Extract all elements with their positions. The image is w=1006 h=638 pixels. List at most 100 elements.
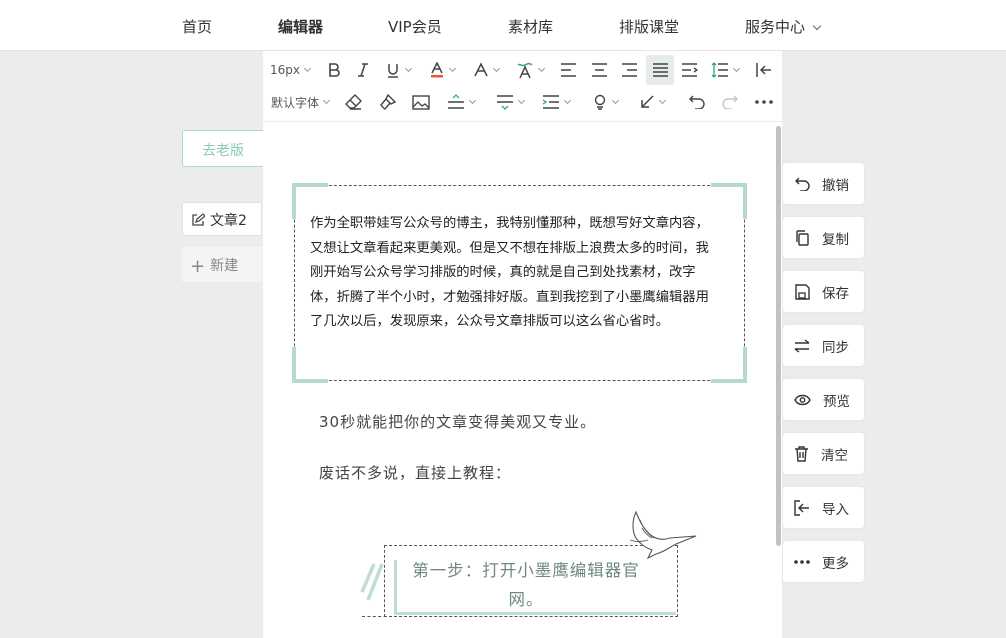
exit-fullwidth-button[interactable] xyxy=(755,55,772,85)
italic-icon xyxy=(358,63,368,77)
preview-action-label: 预览 xyxy=(823,393,850,410)
nav-editor[interactable]: 编辑器 xyxy=(278,16,323,37)
text-effect-icon xyxy=(517,62,533,78)
more-tools-button[interactable] xyxy=(755,87,773,117)
clear-action-label: 清空 xyxy=(821,447,848,464)
underline-icon xyxy=(388,64,398,78)
bold-button[interactable] xyxy=(326,55,342,85)
step-title[interactable]: 第一步：打开小墨鹰编辑器官网。 xyxy=(398,556,654,614)
font-family-select[interactable]: 默认字体 xyxy=(271,87,331,117)
body-paragraph-1[interactable]: 30秒就能把你的文章变得美观又专业。 xyxy=(319,411,596,432)
trash-icon xyxy=(795,445,808,462)
chevron-down-icon xyxy=(732,64,741,72)
indent-button[interactable] xyxy=(681,55,698,85)
align-right-icon xyxy=(622,63,637,77)
clear-format-button[interactable] xyxy=(345,87,362,117)
new-doc-label: 新建 xyxy=(210,258,239,274)
undo-icon xyxy=(689,95,705,109)
arrow-button[interactable] xyxy=(639,87,667,117)
scrollbar-thumb[interactable] xyxy=(776,126,781,546)
indent-icon xyxy=(682,63,698,77)
image-icon xyxy=(412,94,430,110)
more-action-button[interactable]: 更多 xyxy=(783,541,864,582)
editor-scrollbar[interactable] xyxy=(775,122,782,638)
align-justify-button[interactable] xyxy=(646,55,674,85)
font-family-value: 默认字体 xyxy=(271,95,320,110)
highlight-button[interactable] xyxy=(592,87,620,117)
insert-image-button[interactable] xyxy=(412,87,430,117)
nav-service-center[interactable]: 服务中心 xyxy=(745,16,822,37)
align-justify-icon xyxy=(652,63,668,77)
chevron-down-icon xyxy=(658,96,667,104)
clear-action-button[interactable]: 清空 xyxy=(783,433,864,474)
save-action-button[interactable]: 保存 xyxy=(783,271,864,312)
indent-spacing-button[interactable] xyxy=(542,87,572,117)
doc-tab-label: 文章2 xyxy=(210,213,247,229)
preview-action-button[interactable]: 预览 xyxy=(783,379,864,420)
align-center-button[interactable] xyxy=(591,55,608,85)
sync-action-button[interactable]: 同步 xyxy=(783,325,864,366)
font-color-icon xyxy=(431,62,443,78)
arrow-down-left-icon xyxy=(641,95,654,108)
text-style-icon xyxy=(474,62,488,77)
format-brush-icon xyxy=(380,94,396,110)
more-icon xyxy=(794,559,810,564)
redo-button[interactable] xyxy=(722,87,739,117)
align-center-icon xyxy=(592,63,607,77)
chevron-down-icon xyxy=(404,64,413,72)
step-block-line xyxy=(362,616,392,617)
nav-materials[interactable]: 素材库 xyxy=(508,16,553,37)
copy-action-button[interactable]: 复制 xyxy=(783,217,864,258)
save-icon xyxy=(795,283,810,300)
chevron-down-icon xyxy=(563,96,572,104)
top-nav: 首页 编辑器 VIP会员 素材库 排版课堂 服务中心 xyxy=(0,0,1006,51)
format-brush-button[interactable] xyxy=(379,87,396,117)
underline-button[interactable] xyxy=(385,55,413,85)
more-icon xyxy=(755,100,773,104)
bird-icon xyxy=(629,510,697,560)
import-action-button[interactable]: 导入 xyxy=(783,487,864,528)
letter-spacing-button[interactable] xyxy=(447,87,477,117)
align-left-icon xyxy=(561,63,576,77)
paragraph-spacing-button[interactable] xyxy=(496,87,526,117)
chevron-down-icon xyxy=(492,64,501,72)
new-doc-button[interactable]: + 新建 xyxy=(182,247,262,282)
letter-spacing-icon xyxy=(448,94,464,109)
nav-service-label: 服务中心 xyxy=(745,18,806,36)
lightbulb-icon xyxy=(594,94,606,110)
undo-icon xyxy=(795,177,810,191)
align-right-button[interactable] xyxy=(621,55,638,85)
editor-toolbar: 16px 默认字体 xyxy=(263,51,782,122)
undo-action-button[interactable]: 撤销 xyxy=(783,163,864,204)
paragraph-spacing-icon xyxy=(497,95,513,110)
toolbar-row-2: 默认字体 xyxy=(263,87,782,117)
undo-action-label: 撤销 xyxy=(822,177,849,194)
italic-button[interactable] xyxy=(355,55,371,85)
exit-icon xyxy=(756,63,771,77)
align-left-button[interactable] xyxy=(560,55,577,85)
import-action-label: 导入 xyxy=(822,501,849,518)
font-size-select[interactable]: 16px xyxy=(270,55,312,85)
undo-button[interactable] xyxy=(688,87,705,117)
text-effect-button[interactable] xyxy=(516,55,546,85)
font-style-button[interactable] xyxy=(473,55,501,85)
save-action-label: 保存 xyxy=(822,285,849,302)
line-height-button[interactable] xyxy=(711,55,741,85)
edit-icon xyxy=(192,213,205,226)
nav-classroom[interactable]: 排版课堂 xyxy=(619,16,679,37)
nav-vip[interactable]: VIP会员 xyxy=(388,16,442,37)
chevron-down-icon xyxy=(303,64,312,72)
doc-tab-current[interactable]: 文章2 xyxy=(182,202,262,236)
font-color-button[interactable] xyxy=(429,55,457,85)
toolbar-row-1: 16px xyxy=(263,55,782,85)
plus-icon: + xyxy=(190,256,206,277)
indent-spacing-icon xyxy=(542,95,559,109)
body-paragraph-2[interactable]: 废话不多说，直接上教程： xyxy=(319,462,511,483)
swap-icon xyxy=(794,338,810,353)
chevron-down-icon xyxy=(322,96,331,104)
framed-paragraph[interactable]: 作为全职带娃写公众号的博主，我特别懂那种，既想写好文章内容，又想让文章看起来更美… xyxy=(310,212,720,335)
nav-home[interactable]: 首页 xyxy=(182,16,212,37)
chevron-down-icon xyxy=(517,96,526,104)
chevron-down-icon xyxy=(448,64,457,72)
redo-icon xyxy=(722,95,738,109)
